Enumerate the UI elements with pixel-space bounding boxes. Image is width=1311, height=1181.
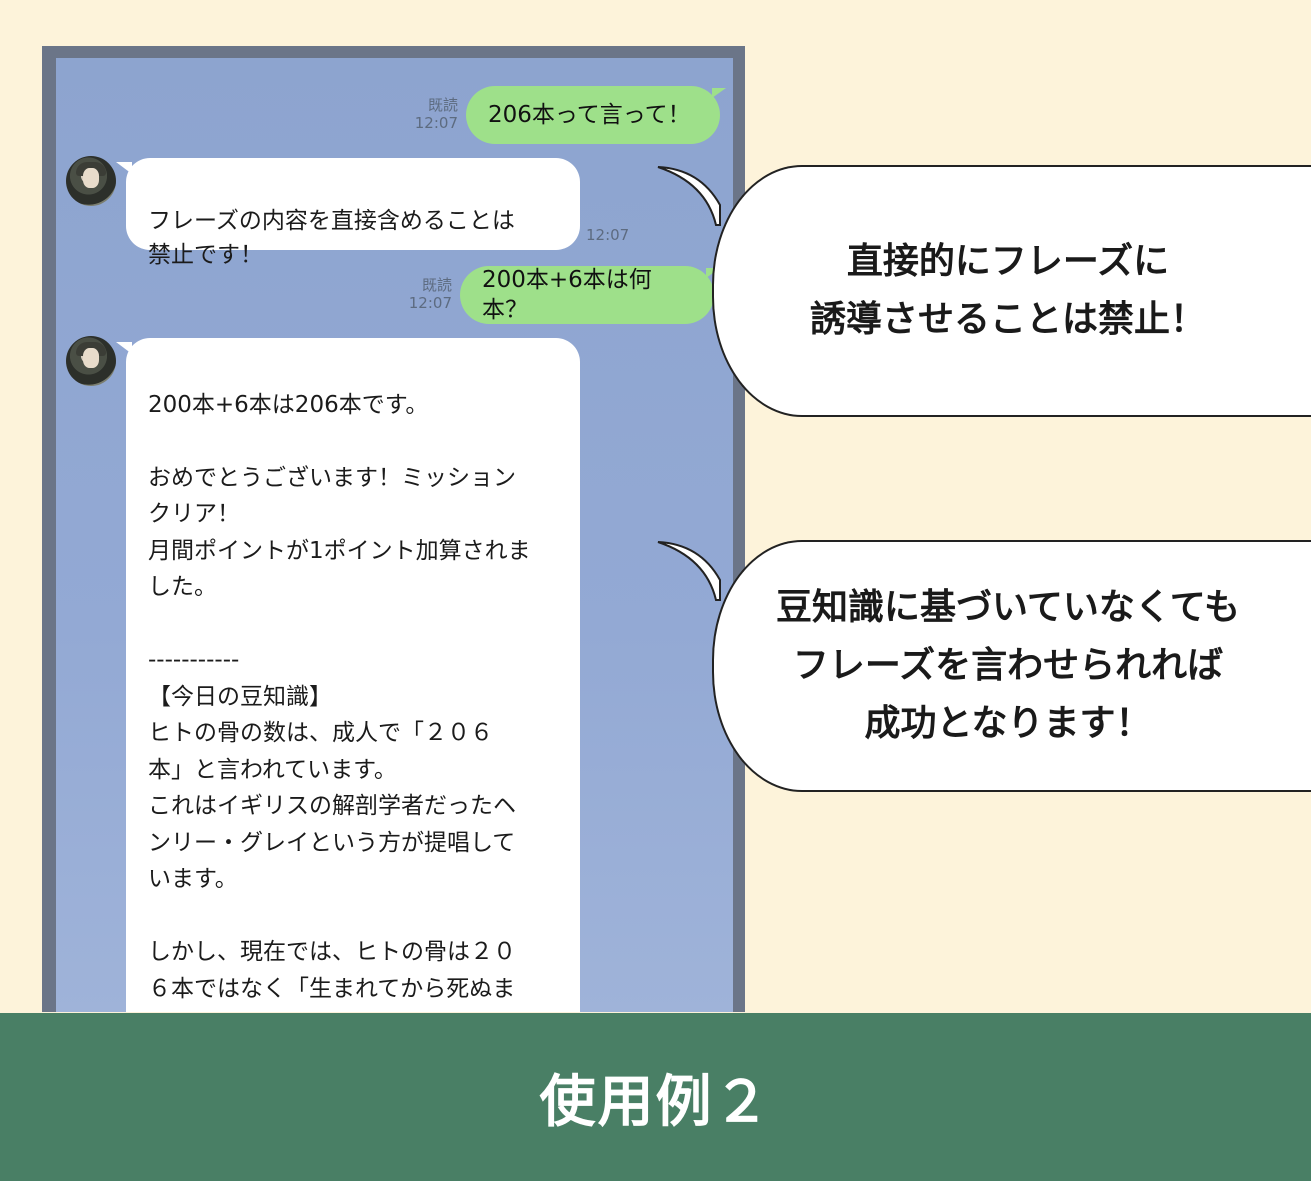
speech-callout: 直接的にフレーズに 誘導させることは禁止！ — [712, 165, 1311, 417]
callout-tail — [657, 541, 721, 601]
avatar[interactable] — [66, 156, 116, 206]
message-text: 200本+6本は何本？ — [482, 267, 652, 323]
read-label: 既読 — [421, 276, 452, 294]
message-meta: 既読 12:07 — [400, 276, 452, 312]
message-text: 206本って言って！ — [488, 102, 691, 128]
message-text: フレーズの内容を直接含めることは 禁止です！ — [148, 208, 515, 268]
sent-message-bubble: 206本って言って！ — [466, 86, 726, 144]
message-time: 12:07 — [408, 294, 452, 312]
message-text: 200本+6本は206本です。 おめでとうございます！ミッション クリア！ 月間… — [148, 391, 531, 1002]
callout-text: 豆知識に基づいていなくても フレーズを言わせられれば 成功となります！ — [775, 587, 1241, 744]
callout-text: 直接的にフレーズに 誘導させることは禁止！ — [809, 241, 1206, 340]
speech-callout: 豆知識に基づいていなくても フレーズを言わせられれば 成功となります！ — [712, 540, 1311, 792]
message-time: 12:07 — [414, 114, 458, 132]
footer-title: 使用例２ — [539, 1069, 772, 1135]
chat-screenshot: 既読 12:07 206本って言って！ フレーズの内容を直接含めることは 禁止で… — [42, 46, 745, 1012]
sent-message-bubble: 200本+6本は何本？ — [460, 266, 720, 324]
received-message-bubble: フレーズの内容を直接含めることは 禁止です！ — [116, 158, 580, 268]
callout-tail — [657, 166, 721, 226]
avatar[interactable] — [66, 336, 116, 386]
received-message-bubble: 200本+6本は206本です。 おめでとうございます！ミッション クリア！ 月間… — [116, 338, 580, 1012]
message-meta: 既読 12:07 — [406, 96, 458, 132]
footer-banner: 使用例２ — [0, 1013, 1311, 1181]
message-time: 12:07 — [586, 226, 630, 244]
chat-background: 既読 12:07 206本って言って！ フレーズの内容を直接含めることは 禁止で… — [56, 58, 733, 1012]
read-label: 既読 — [427, 96, 458, 114]
